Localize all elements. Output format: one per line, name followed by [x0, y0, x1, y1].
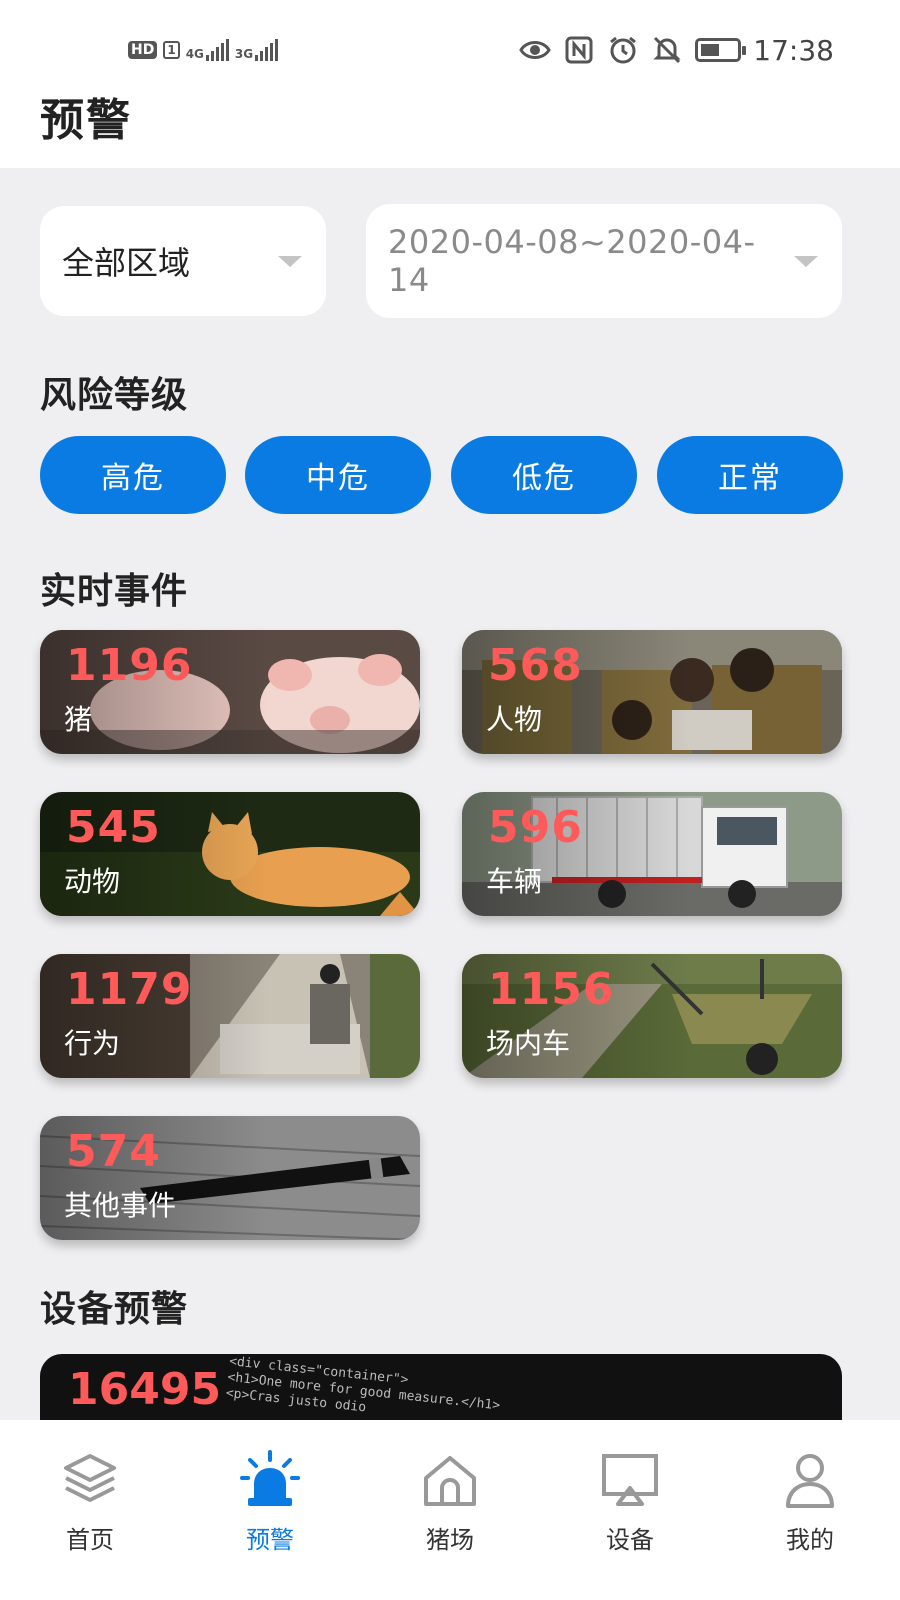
tab-label: 预警	[246, 1526, 294, 1554]
chevron-down-icon	[278, 255, 302, 267]
page-title: 预警	[40, 95, 132, 146]
network-4g-label: 4G	[185, 47, 204, 61]
event-label: 人物	[486, 703, 543, 736]
device-warning-title: 设备预警	[40, 1289, 189, 1330]
event-card-person[interactable]: 568 人物	[462, 630, 842, 754]
network-3g: 3G	[234, 39, 279, 61]
layers-icon	[64, 1454, 116, 1502]
risk-pill-medium[interactable]: 中危	[245, 436, 431, 514]
tab-label: 我的	[786, 1526, 834, 1554]
event-card-behavior[interactable]: 1179 行为	[40, 954, 420, 1078]
event-count: 568	[488, 640, 583, 691]
tab-label: 猪场	[426, 1526, 474, 1554]
event-label: 行为	[64, 1027, 121, 1060]
eye-icon	[519, 41, 552, 59]
bell-off-icon	[653, 36, 681, 64]
event-count: 1179	[66, 964, 193, 1015]
siren-icon	[240, 1450, 300, 1506]
battery-icon	[695, 38, 747, 62]
home-icon	[424, 1456, 476, 1506]
tab-mine[interactable]: 我的	[720, 1420, 900, 1600]
event-count: 574	[66, 1126, 161, 1177]
event-card-vehicle[interactable]: 596 车辆	[462, 792, 842, 916]
tab-device[interactable]: 设备	[540, 1420, 720, 1600]
status-bar-right: 17:38	[519, 30, 834, 70]
tab-farm[interactable]: 猪场	[360, 1420, 540, 1600]
monitor-icon	[602, 1454, 658, 1506]
status-bar-left: HD 1 4G 3G	[128, 34, 279, 66]
event-card-other[interactable]: 574 其他事件	[40, 1116, 420, 1240]
date-range-value: 2020-04-08~2020-04-14	[388, 223, 756, 299]
code-background: <div class="container"> <h1>One more for…	[225, 1354, 502, 1430]
network-3g-label: 3G	[234, 47, 254, 61]
sim-badge: 1	[163, 41, 180, 59]
risk-pill-high[interactable]: 高危	[40, 436, 226, 514]
network-4g: 4G	[186, 39, 229, 61]
tab-label: 设备	[606, 1526, 654, 1554]
signal-bars-icon	[255, 39, 279, 61]
event-card-farm-vehicle[interactable]: 1156 场内车	[462, 954, 842, 1078]
risk-pill-low[interactable]: 低危	[451, 436, 637, 514]
tab-warning[interactable]: 预警	[180, 1420, 360, 1600]
user-icon	[786, 1454, 834, 1508]
realtime-events-title: 实时事件	[40, 571, 189, 612]
risk-pill-normal[interactable]: 正常	[657, 436, 843, 514]
status-time: 17:38	[753, 33, 834, 67]
event-label: 场内车	[486, 1027, 571, 1060]
nfc-icon	[565, 36, 593, 64]
top-bar: HD 1 4G 3G 17:38 预警	[0, 0, 900, 168]
area-filter-value: 全部区域	[62, 244, 191, 282]
device-warning-count: 16495	[68, 1364, 222, 1415]
event-count: 545	[66, 802, 161, 853]
event-card-animal[interactable]: 545 动物	[40, 792, 420, 916]
event-card-pig[interactable]: 1196 猪	[40, 630, 420, 754]
tab-home[interactable]: 首页	[0, 1420, 180, 1600]
event-label: 猪	[64, 703, 93, 736]
date-range-dropdown[interactable]: 2020-04-08~2020-04-14	[366, 204, 842, 318]
event-count: 1156	[488, 964, 615, 1015]
bottom-tab-bar: 首页 预警 猪场 设备 我的	[0, 1420, 900, 1600]
risk-level-title: 风险等级	[40, 375, 189, 416]
event-label: 其他事件	[64, 1189, 177, 1222]
area-filter-dropdown[interactable]: 全部区域	[40, 206, 326, 316]
signal-bars-icon	[205, 39, 229, 61]
chevron-down-icon	[794, 255, 818, 267]
event-count: 596	[488, 802, 583, 853]
event-count: 1196	[66, 640, 193, 691]
event-label: 动物	[64, 865, 121, 898]
alarm-icon	[610, 36, 637, 64]
tab-label: 首页	[66, 1526, 114, 1554]
event-label: 车辆	[486, 865, 543, 898]
hd-badge: HD	[128, 41, 158, 59]
